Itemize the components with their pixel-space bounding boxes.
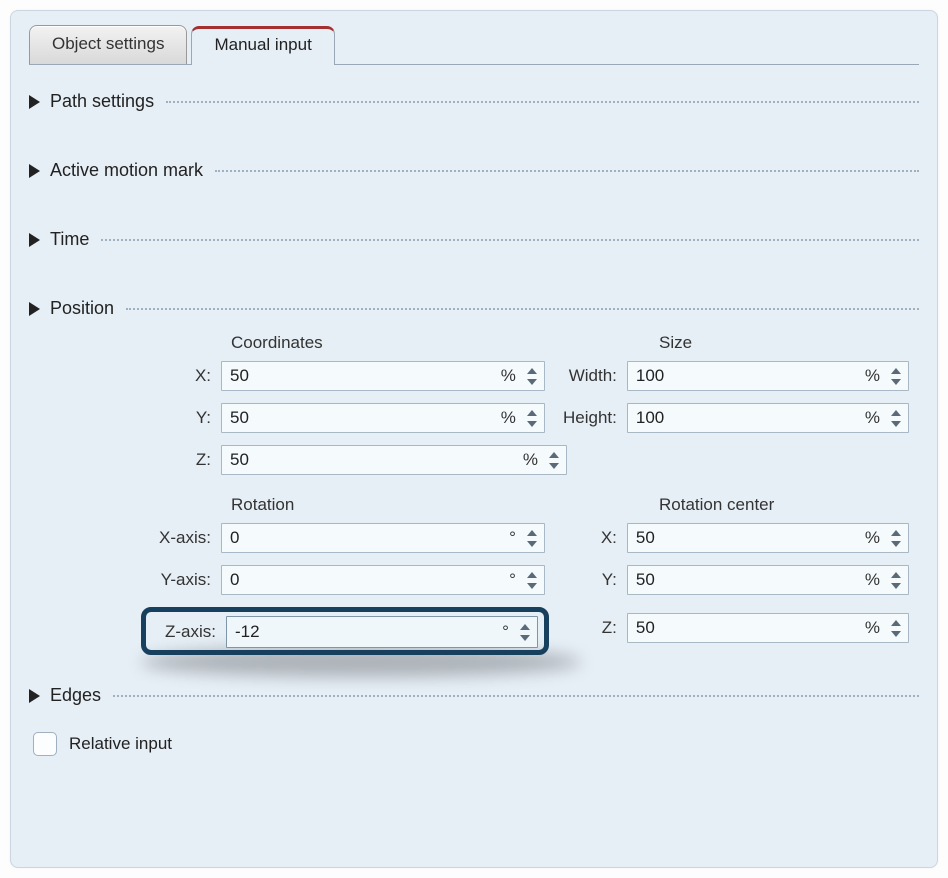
coordinates-heading: Coordinates	[29, 333, 577, 353]
section-title: Time	[50, 229, 89, 250]
spinner-up-icon[interactable]	[524, 569, 540, 580]
rotcenter-x-input[interactable]	[628, 528, 865, 548]
coord-x-input[interactable]	[222, 366, 501, 386]
relative-input-row: Relative input	[29, 732, 919, 756]
spinner-up-icon[interactable]	[888, 569, 904, 580]
rotcenter-y-input[interactable]	[628, 570, 865, 590]
section-path-settings[interactable]: Path settings	[29, 91, 919, 112]
spinner-up-icon[interactable]	[888, 407, 904, 418]
rotation-zaxis-label: Z-axis:	[156, 622, 226, 642]
coord-z-input[interactable]	[222, 450, 523, 470]
coord-z-label: Z:	[29, 450, 221, 470]
coord-z-spinner[interactable]: %	[221, 445, 567, 475]
spinner-down-icon[interactable]	[888, 376, 904, 387]
spinner-down-icon[interactable]	[888, 418, 904, 429]
rotcenter-y-label: Y:	[555, 570, 627, 590]
rotation-yaxis-input[interactable]	[222, 570, 509, 590]
size-width-input[interactable]	[628, 366, 865, 386]
coord-y-input[interactable]	[222, 408, 501, 428]
section-title: Position	[50, 298, 114, 319]
rotation-xaxis-spinner[interactable]: °	[221, 523, 545, 553]
coord-x-label: X:	[29, 366, 221, 386]
unit-percent: %	[865, 528, 888, 548]
rotcenter-z-input[interactable]	[628, 618, 865, 638]
coord-x-spinner[interactable]: %	[221, 361, 545, 391]
spinner-up-icon[interactable]	[517, 621, 533, 632]
spinner-down-icon[interactable]	[524, 580, 540, 591]
size-height-spinner[interactable]: %	[627, 403, 909, 433]
unit-degree: °	[502, 622, 517, 642]
spinner-up-icon[interactable]	[546, 449, 562, 460]
section-divider	[101, 239, 919, 241]
section-edges[interactable]: Edges	[29, 685, 919, 706]
rotcenter-z-spinner[interactable]: %	[627, 613, 909, 643]
expand-icon[interactable]	[29, 689, 40, 703]
unit-percent: %	[865, 570, 888, 590]
section-divider	[126, 308, 919, 310]
expand-icon[interactable]	[29, 233, 40, 247]
rotcenter-x-label: X:	[555, 528, 627, 548]
size-height-input[interactable]	[628, 408, 865, 428]
spinner-down-icon[interactable]	[888, 580, 904, 591]
size-width-spinner[interactable]: %	[627, 361, 909, 391]
tab-manual-input[interactable]: Manual input	[191, 26, 334, 65]
unit-degree: °	[509, 570, 524, 590]
section-title: Edges	[50, 685, 101, 706]
section-divider	[215, 170, 919, 172]
section-title: Path settings	[50, 91, 154, 112]
unit-percent: %	[865, 618, 888, 638]
section-divider	[166, 101, 919, 103]
spinner-up-icon[interactable]	[888, 527, 904, 538]
coord-y-spinner[interactable]: %	[221, 403, 545, 433]
section-active-motion-mark[interactable]: Active motion mark	[29, 160, 919, 181]
rotcenter-z-label: Z:	[555, 618, 627, 638]
spinner-down-icon[interactable]	[888, 538, 904, 549]
rotation-xaxis-input[interactable]	[222, 528, 509, 548]
unit-degree: °	[509, 528, 524, 548]
spinner-down-icon[interactable]	[546, 460, 562, 471]
relative-input-label: Relative input	[69, 734, 172, 754]
spinner-up-icon[interactable]	[888, 617, 904, 628]
expand-icon[interactable]	[29, 95, 40, 109]
spinner-down-icon[interactable]	[888, 628, 904, 639]
spinner-up-icon[interactable]	[524, 527, 540, 538]
unit-percent: %	[501, 366, 524, 386]
rotcenter-x-spinner[interactable]: %	[627, 523, 909, 553]
unit-percent: %	[865, 366, 888, 386]
rotation-zaxis-highlight: Z-axis: °	[141, 607, 549, 655]
tab-object-settings[interactable]: Object settings	[29, 25, 187, 64]
unit-percent: %	[523, 450, 546, 470]
rotation-yaxis-spinner[interactable]: °	[221, 565, 545, 595]
rotcenter-y-spinner[interactable]: %	[627, 565, 909, 595]
relative-input-checkbox[interactable]	[33, 732, 57, 756]
rotation-zaxis-spinner[interactable]: °	[226, 616, 538, 648]
section-time[interactable]: Time	[29, 229, 919, 250]
rotation-heading: Rotation	[29, 495, 577, 515]
section-title: Active motion mark	[50, 160, 203, 181]
coord-y-label: Y:	[29, 408, 221, 428]
section-divider	[113, 695, 919, 697]
spinner-up-icon[interactable]	[524, 365, 540, 376]
spinner-down-icon[interactable]	[524, 418, 540, 429]
rotation-xaxis-label: X-axis:	[29, 528, 221, 548]
settings-panel: Object settings Manual input Path settin…	[10, 10, 938, 868]
expand-icon[interactable]	[29, 164, 40, 178]
rotation-center-heading: Rotation center	[577, 495, 919, 515]
rotation-zaxis-input[interactable]	[227, 622, 502, 642]
size-heading: Size	[577, 333, 919, 353]
size-height-label: Height:	[555, 408, 627, 428]
spinner-down-icon[interactable]	[524, 376, 540, 387]
spinner-up-icon[interactable]	[888, 365, 904, 376]
unit-percent: %	[501, 408, 524, 428]
expand-icon[interactable]	[29, 302, 40, 316]
unit-percent: %	[865, 408, 888, 428]
tab-bar: Object settings Manual input	[29, 25, 919, 65]
size-width-label: Width:	[555, 366, 627, 386]
spinner-up-icon[interactable]	[524, 407, 540, 418]
position-content: Coordinates Size X: %	[29, 333, 919, 655]
section-position[interactable]: Position	[29, 298, 919, 319]
rotation-yaxis-label: Y-axis:	[29, 570, 221, 590]
spinner-down-icon[interactable]	[517, 632, 533, 643]
spinner-down-icon[interactable]	[524, 538, 540, 549]
